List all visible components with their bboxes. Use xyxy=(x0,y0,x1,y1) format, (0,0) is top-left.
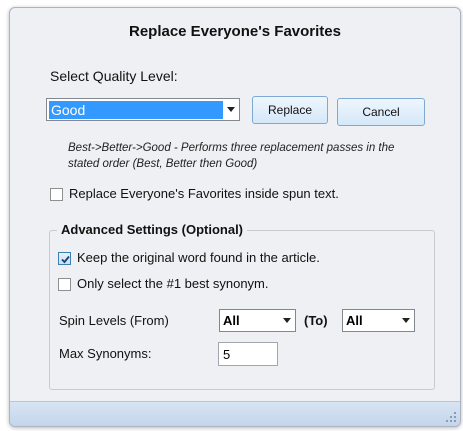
spin-to-dropdown[interactable]: All xyxy=(342,309,415,332)
chevron-down-icon[interactable] xyxy=(279,310,295,331)
spin-from-value: All xyxy=(223,313,240,328)
max-synonyms-input[interactable]: 5 xyxy=(218,342,278,366)
spin-from-dropdown[interactable]: All xyxy=(219,309,296,332)
quality-level-value: Good xyxy=(49,100,223,119)
max-synonyms-label: Max Synonyms: xyxy=(59,346,152,361)
chevron-down-icon[interactable] xyxy=(223,99,239,120)
only-best-checkbox[interactable] xyxy=(58,278,71,291)
chevron-down-icon[interactable] xyxy=(398,310,414,331)
spin-to-label: (To) xyxy=(304,313,328,328)
dialog-title: Replace Everyone's Favorites xyxy=(128,23,341,40)
only-best-label: Only select the #1 best synonym. xyxy=(77,276,269,291)
keep-original-checkbox[interactable] xyxy=(58,252,71,265)
resize-grip-icon[interactable] xyxy=(445,411,457,423)
spun-text-label: Replace Everyone's Favorites inside spun… xyxy=(69,186,339,201)
replace-dialog: Replace Everyone's Favorites Select Qual… xyxy=(9,7,461,427)
spin-levels-label: Spin Levels (From) xyxy=(59,313,169,328)
status-bar xyxy=(10,401,460,426)
replace-button[interactable]: Replace xyxy=(252,96,328,124)
keep-original-label: Keep the original word found in the arti… xyxy=(77,250,320,265)
quality-level-dropdown[interactable]: Good xyxy=(46,98,240,121)
spin-to-value: All xyxy=(346,313,363,328)
quality-hint-text: Best->Better->Good - Performs three repl… xyxy=(68,142,395,170)
spun-text-checkbox[interactable] xyxy=(50,188,63,201)
checkmark-icon xyxy=(61,255,70,264)
cancel-button[interactable]: Cancel xyxy=(337,98,425,126)
advanced-settings-title: Advanced Settings (Optional) xyxy=(57,222,248,237)
quality-level-label: Select Quality Level: xyxy=(50,68,178,84)
